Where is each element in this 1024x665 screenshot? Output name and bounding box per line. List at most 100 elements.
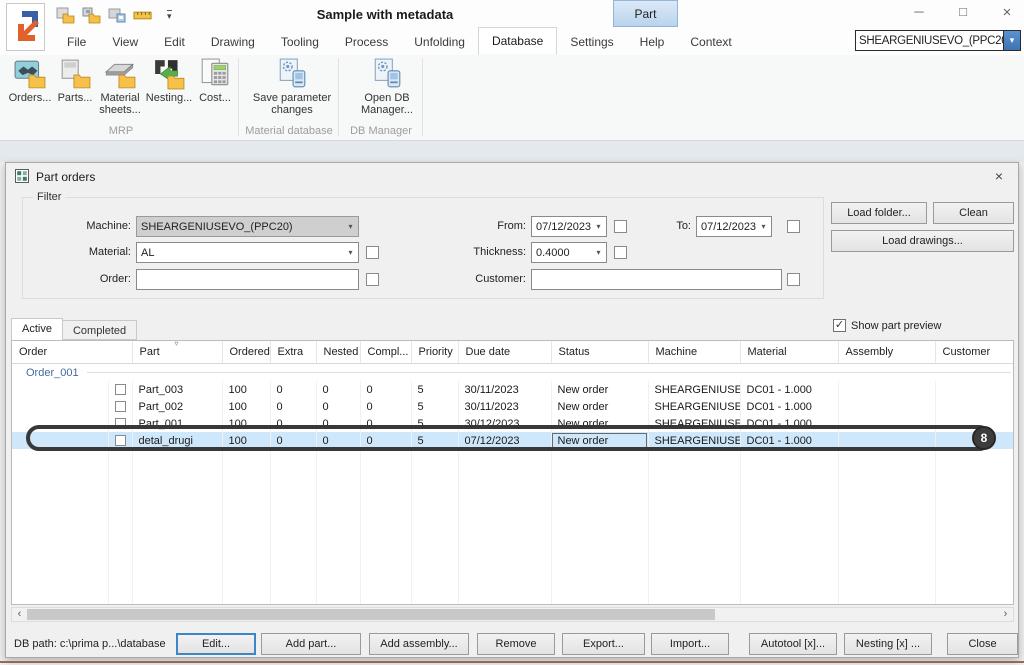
row-checkbox[interactable] (115, 435, 126, 446)
edit-button[interactable]: Edit... (176, 633, 256, 655)
import-button[interactable]: Import... (651, 633, 729, 655)
save-parameter-changes-button[interactable]: Save parameter changes (246, 58, 338, 116)
orders-button[interactable]: Orders... (6, 58, 54, 104)
cost-button[interactable]: Cost... (194, 58, 236, 104)
close-dialog-button[interactable]: Close (947, 633, 1018, 655)
clean-button[interactable]: Clean (933, 202, 1014, 224)
thickness-label: Thickness: (421, 242, 526, 263)
tab-settings[interactable]: Settings (557, 29, 626, 55)
order-group-row[interactable]: Order_001 (12, 364, 1013, 382)
col-priority[interactable]: Priority (411, 341, 458, 364)
chevron-down-icon[interactable]: ▾ (1003, 31, 1020, 50)
customer-filter-input[interactable] (531, 269, 782, 290)
sort-indicator-icon: ▿ (175, 341, 179, 348)
close-button[interactable]: × (998, 4, 1016, 21)
material-sheets-button[interactable]: Material sheets... (96, 58, 144, 116)
autotool-button[interactable]: Autotool [x]... (749, 633, 837, 655)
tab-view[interactable]: View (99, 29, 151, 55)
scrollbar-thumb[interactable] (27, 609, 715, 620)
tab-tooling[interactable]: Tooling (268, 29, 332, 55)
from-date-combo[interactable]: 07/12/2023 ▾ (531, 216, 607, 237)
tab-edit[interactable]: Edit (151, 29, 198, 55)
show-part-preview-label: Show part preview (851, 320, 942, 332)
ribbon-group-separator (338, 58, 339, 136)
tab-database[interactable]: Database (478, 27, 557, 55)
parts-button[interactable]: Parts... (56, 58, 94, 104)
dialog-close-icon[interactable]: × (990, 168, 1008, 184)
tab-drawing[interactable]: Drawing (198, 29, 268, 55)
tab-active[interactable]: Active (11, 318, 63, 340)
table-row[interactable]: Part_003 100 0 0 0 5 30/11/2023 New orde… (12, 381, 1013, 398)
load-drawings-button[interactable]: Load drawings... (831, 230, 1014, 252)
col-assembly[interactable]: Assembly (838, 341, 935, 364)
nesting-footer-button[interactable]: Nesting [x] ... (844, 633, 932, 655)
col-due-date[interactable]: Due date (458, 341, 551, 364)
tab-unfolding[interactable]: Unfolding (401, 29, 478, 55)
row-checkbox[interactable] (115, 384, 126, 395)
table-row-selected[interactable]: detal_drugi 100 0 0 0 5 07/12/2023 New o… (12, 432, 1013, 449)
chevron-down-icon: ▾ (343, 248, 358, 257)
chevron-down-icon: ▾ (756, 222, 771, 231)
window-bottom-border (0, 661, 1024, 663)
active-machine-select[interactable]: SHEARGENIUSEVO_(PPC20) ▾ (855, 30, 1021, 51)
tab-help[interactable]: Help (627, 29, 678, 55)
remove-button[interactable]: Remove (477, 633, 555, 655)
col-customer[interactable]: Customer (935, 341, 1013, 364)
col-ordered[interactable]: Ordered (222, 341, 270, 364)
add-part-button[interactable]: Add part... (261, 633, 361, 655)
col-order[interactable]: Order (12, 341, 132, 364)
col-extra[interactable]: Extra (270, 341, 316, 364)
to-date-combo[interactable]: 07/12/2023 ▾ (696, 216, 772, 237)
tab-context[interactable]: Context (677, 29, 744, 55)
maximize-button[interactable]: □ (954, 4, 972, 21)
dialog-title-bar: Part orders × (6, 163, 1018, 189)
material-filter-combo[interactable]: AL ▾ (136, 242, 359, 263)
customer-filter-checkbox[interactable] (787, 273, 800, 286)
tab-process[interactable]: Process (332, 29, 401, 55)
col-material[interactable]: Material (740, 341, 838, 364)
add-assembly-button[interactable]: Add assembly... (369, 633, 469, 655)
col-part[interactable]: ▿Part (132, 341, 222, 364)
table-header-row: Order ▿Part Ordered Extra Nested Compl..… (12, 341, 1013, 364)
to-label: To: (606, 216, 691, 237)
scroll-right-icon[interactable]: › (998, 608, 1013, 621)
show-part-preview-checkbox[interactable]: ✓ (833, 319, 846, 332)
orders-tabstrip: Active Completed (11, 318, 137, 340)
orders-icon (14, 58, 46, 90)
order-group-label: Order_001 (26, 367, 79, 379)
db-path-label: DB path: c:\prima p...\database (14, 638, 166, 650)
order-filter-input[interactable] (136, 269, 359, 290)
nesting-icon (153, 58, 185, 90)
load-folder-button[interactable]: Load folder... (831, 202, 927, 224)
col-status[interactable]: Status (551, 341, 648, 364)
col-nested[interactable]: Nested (316, 341, 360, 364)
part-orders-dialog: Part orders × Filter Machine: SHEARGENIU… (5, 162, 1019, 658)
material-filter-checkbox[interactable] (366, 246, 379, 259)
machine-filter-combo[interactable]: SHEARGENIUSEVO_(PPC20) ▾ (136, 216, 359, 237)
tab-completed[interactable]: Completed (63, 320, 137, 340)
col-compl[interactable]: Compl... (360, 341, 411, 364)
col-machine[interactable]: Machine (648, 341, 740, 364)
minimize-button[interactable]: ─ (910, 4, 928, 21)
table-row[interactable]: Part_001 100 0 0 0 5 30/12/2023 New orde… (12, 415, 1013, 432)
open-db-manager-button[interactable]: Open DB Manager... (352, 58, 422, 116)
scroll-left-icon[interactable]: ‹ (12, 608, 27, 621)
thickness-combo[interactable]: 0.4000 ▾ (531, 242, 607, 263)
customer-label: Customer: (421, 269, 526, 290)
row-checkbox[interactable] (115, 401, 126, 412)
export-button[interactable]: Export... (562, 633, 645, 655)
thickness-filter-checkbox[interactable] (614, 246, 627, 259)
app-logo-icon[interactable] (6, 3, 45, 51)
ribbon-group-db-manager: DB Manager (350, 125, 412, 137)
ribbon-group-mrp: MRP (109, 125, 133, 137)
tab-file[interactable]: File (54, 29, 99, 55)
save-parameter-changes-icon (276, 58, 308, 90)
horizontal-scrollbar[interactable]: ‹ › (11, 607, 1014, 622)
row-checkbox[interactable] (115, 418, 126, 429)
ribbon-context-group-part[interactable]: Part (613, 0, 678, 27)
table-row[interactable]: Part_002 100 0 0 0 5 30/11/2023 New orde… (12, 398, 1013, 415)
order-filter-checkbox[interactable] (366, 273, 379, 286)
title-bar: ▾ Sample with metadata Part ─ □ × (0, 0, 1024, 28)
nesting-button[interactable]: Nesting... (146, 58, 192, 104)
to-filter-checkbox[interactable] (787, 220, 800, 233)
